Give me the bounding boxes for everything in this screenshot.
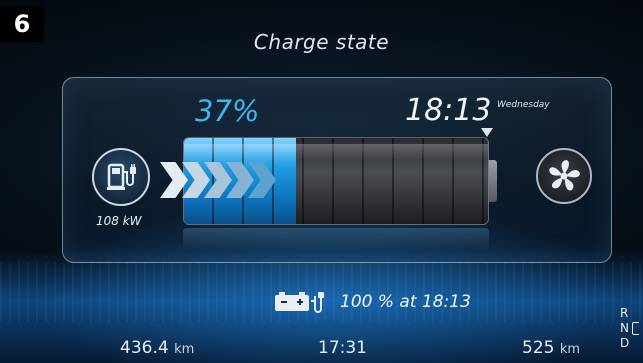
odometer: 436.4 km [120, 338, 194, 358]
charge-end-time: 18:13 [405, 93, 492, 128]
charge-end-weekday: Wednesday [497, 100, 550, 110]
gear-selector-bracket [631, 322, 639, 335]
odometer-unit: km [174, 342, 195, 357]
ev-charging-plug-icon [92, 148, 150, 206]
instrument-cluster-screen: 6 Charge state 37% 18:13 Wednesday 108 k… [0, 0, 643, 363]
charging-power: 108 kW [96, 214, 142, 228]
page-title: Charge state [253, 30, 390, 54]
charge-percent: 37% [195, 94, 260, 128]
odometer-value: 436.4 [120, 338, 169, 358]
charging-flow-arrows [160, 162, 276, 198]
gear-n: N [620, 321, 642, 336]
gear-indicator: R N D [620, 306, 642, 362]
range: 525 km [522, 338, 580, 358]
battery-shine [184, 144, 488, 160]
chevron-right-icon [160, 162, 188, 198]
time-marker-triangle [481, 128, 493, 137]
full-charge-time: 100 % at 18:13 [340, 292, 471, 312]
gear-d: D [620, 336, 630, 350]
range-value: 525 [522, 338, 555, 358]
fan-icon [536, 148, 592, 204]
battery-reflection [183, 228, 489, 250]
battery-terminal [489, 160, 497, 202]
battery-charging-icon [273, 289, 325, 315]
gear-r: R [620, 306, 629, 320]
clock: 17:31 [318, 338, 367, 358]
range-unit: km [559, 342, 581, 357]
